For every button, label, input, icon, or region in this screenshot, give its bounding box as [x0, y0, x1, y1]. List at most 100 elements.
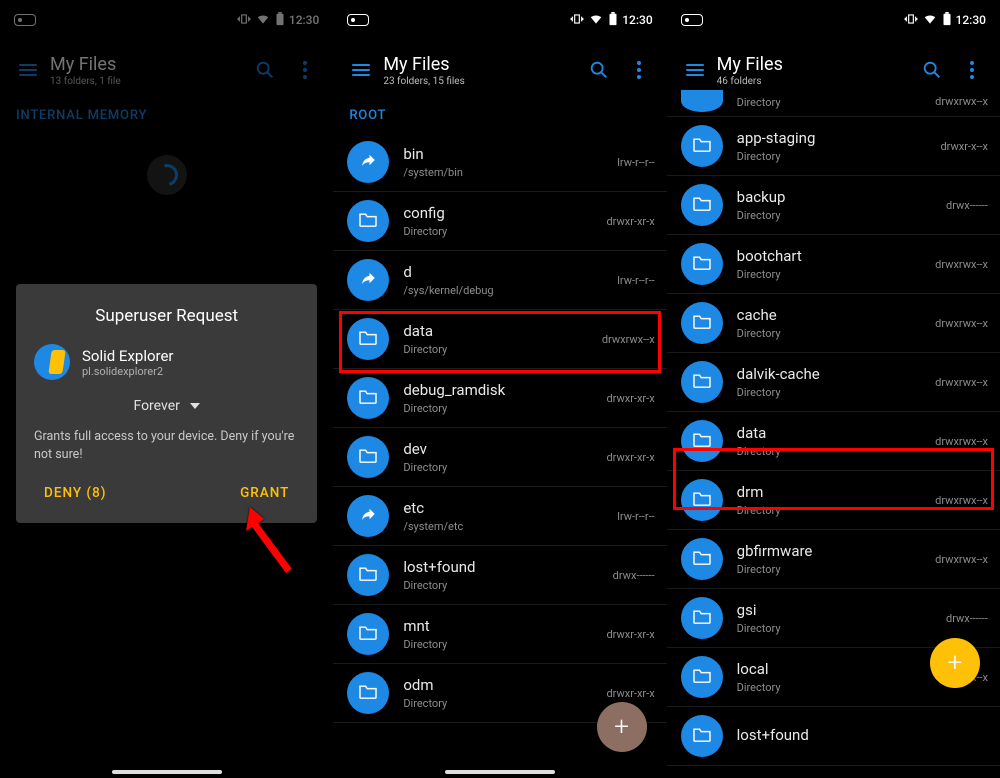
overflow-button[interactable]	[952, 50, 992, 90]
list-item[interactable]: mnt Directory drwxr-xr-x	[333, 605, 666, 664]
wifi-icon	[922, 12, 938, 29]
file-subtext: Directory	[737, 96, 922, 109]
file-permissions: drwxr-x--x	[940, 140, 988, 153]
list-item[interactable]: bin/system/binlrw-r--r--	[333, 133, 666, 192]
file-name: bootchart	[737, 247, 922, 265]
overflow-button[interactable]	[619, 50, 659, 90]
dialog-warning: Grants full access to your device. Deny …	[34, 428, 299, 463]
app-bar: My Files 46 folders	[667, 40, 1000, 96]
search-button[interactable]	[912, 50, 952, 90]
list-item[interactable]: etc/system/etclrw-r--r--	[333, 487, 666, 546]
list-item[interactable]: app-stagingDirectorydrwxr-x--x	[667, 117, 1000, 176]
file-list[interactable]: bin/system/binlrw-r--r-- config Directory d…	[333, 133, 666, 723]
folder-icon	[692, 490, 712, 510]
list-item[interactable]: Directory drwxrwx--x	[667, 90, 1000, 117]
list-item[interactable]: dataDirectorydrwxrwx--x	[667, 412, 1000, 471]
file-subtext: Directory	[737, 622, 932, 635]
menu-button[interactable]	[675, 50, 715, 90]
folder-icon	[692, 608, 712, 628]
list-item[interactable]: gbfirmwareDirectorydrwxrwx--x	[667, 530, 1000, 589]
file-permissions: drwxr-xr-x	[606, 215, 654, 228]
file-type-badge	[681, 656, 723, 698]
file-name: mnt	[403, 617, 592, 635]
file-type-badge	[347, 259, 389, 301]
annotation-arrow	[230, 507, 300, 591]
folder-icon	[692, 667, 712, 687]
more-icon	[970, 61, 974, 79]
deny-button[interactable]: DENY (8)	[38, 479, 113, 507]
search-icon	[921, 59, 943, 81]
file-name: backup	[737, 188, 932, 206]
chevron-down-icon	[190, 403, 200, 409]
status-bar: 12:30	[0, 0, 333, 40]
list-item[interactable]: d/sys/kernel/debuglrw-r--r--	[333, 251, 666, 310]
file-type-badge	[681, 361, 723, 403]
file-type-badge	[681, 420, 723, 462]
battery-pill-icon	[14, 14, 36, 26]
file-name: d	[403, 263, 603, 281]
fab-add-button[interactable]: +	[597, 702, 647, 752]
list-item[interactable]: dataDirectorydrwxrwx--x	[333, 310, 666, 369]
list-item[interactable]: lost+found	[667, 707, 1000, 766]
file-type-badge	[347, 495, 389, 537]
list-item[interactable]: backupDirectorydrwx------	[667, 176, 1000, 235]
file-subtext: Directory	[403, 225, 592, 238]
search-button[interactable]	[579, 50, 619, 90]
menu-button[interactable]	[341, 50, 381, 90]
search-button[interactable]	[245, 50, 285, 90]
list-item[interactable]: cacheDirectorydrwxrwx--x	[667, 294, 1000, 353]
file-name: local	[737, 660, 927, 678]
folder-icon	[358, 447, 378, 467]
dialog-app-package: pl.solidexplorer2	[82, 365, 174, 378]
overflow-button[interactable]	[285, 50, 325, 90]
menu-button[interactable]	[8, 50, 48, 90]
tab-internal-memory[interactable]: INTERNAL MEMORY	[0, 96, 333, 133]
page-title: My Files	[383, 54, 578, 75]
hamburger-icon	[686, 64, 704, 76]
superuser-dialog: Superuser Request Solid Explorer pl.soli…	[16, 284, 317, 523]
file-type-badge	[347, 141, 389, 183]
list-item[interactable]: debug_ramdiskDirectorydrwxr-xr-x	[333, 369, 666, 428]
panel-3: 12:30 My Files 46 folders Directorydrwxr…	[667, 0, 1000, 778]
file-permissions: drwxr-xr-x	[606, 628, 654, 641]
tab-root[interactable]: ROOT	[333, 96, 666, 133]
duration-selector[interactable]: Forever	[34, 398, 299, 414]
file-type-badge	[347, 377, 389, 419]
list-item[interactable]: devDirectorydrwxr-xr-x	[333, 428, 666, 487]
battery-pill-icon	[681, 14, 703, 26]
folder-icon	[358, 211, 378, 231]
file-permissions: drwxrwx--x	[602, 333, 655, 346]
nav-bar[interactable]	[445, 770, 555, 774]
list-item[interactable]: bootchartDirectorydrwxrwx--x	[667, 235, 1000, 294]
duration-label: Forever	[133, 398, 179, 414]
list-item[interactable]: dalvik-cacheDirectorydrwxrwx--x	[667, 353, 1000, 412]
file-type-badge	[681, 90, 723, 112]
nav-bar[interactable]	[112, 770, 222, 774]
app-bar: My Files 23 folders, 15 files	[333, 40, 666, 96]
plus-icon: +	[614, 712, 629, 742]
file-name: cache	[737, 306, 922, 324]
vibrate-icon	[904, 12, 918, 29]
panel-1-content: 12:30 My Files 13 folders, 1 file INTERN…	[0, 0, 333, 133]
file-name: config	[403, 204, 592, 222]
file-permissions: lrw-r--r--	[617, 156, 654, 169]
folder-icon	[358, 624, 378, 644]
more-icon	[637, 61, 641, 79]
file-permissions: drwxr-xr-x	[606, 392, 654, 405]
file-subtext: Directory	[737, 209, 932, 222]
file-name: lost+found	[737, 726, 974, 744]
page-subtitle: 13 folders, 1 file	[50, 76, 245, 87]
hamburger-icon	[352, 64, 370, 76]
file-subtext: Directory	[403, 638, 592, 651]
page-subtitle: 46 folders	[717, 76, 912, 87]
file-name: gbfirmware	[737, 542, 922, 560]
file-permissions: drwxrwx--x	[935, 95, 988, 108]
list-item[interactable]: drmDirectorydrwxrwx--x	[667, 471, 1000, 530]
list-item[interactable]: lost+foundDirectorydrwx------	[333, 546, 666, 605]
file-subtext: Directory	[737, 268, 922, 281]
file-name: app-staging	[737, 129, 927, 147]
list-item[interactable]: config Directory drwxr-xr-x	[333, 192, 666, 251]
fab-add-button[interactable]: +	[930, 638, 980, 688]
grant-button[interactable]: GRANT	[234, 479, 295, 507]
vibrate-icon	[570, 12, 584, 29]
